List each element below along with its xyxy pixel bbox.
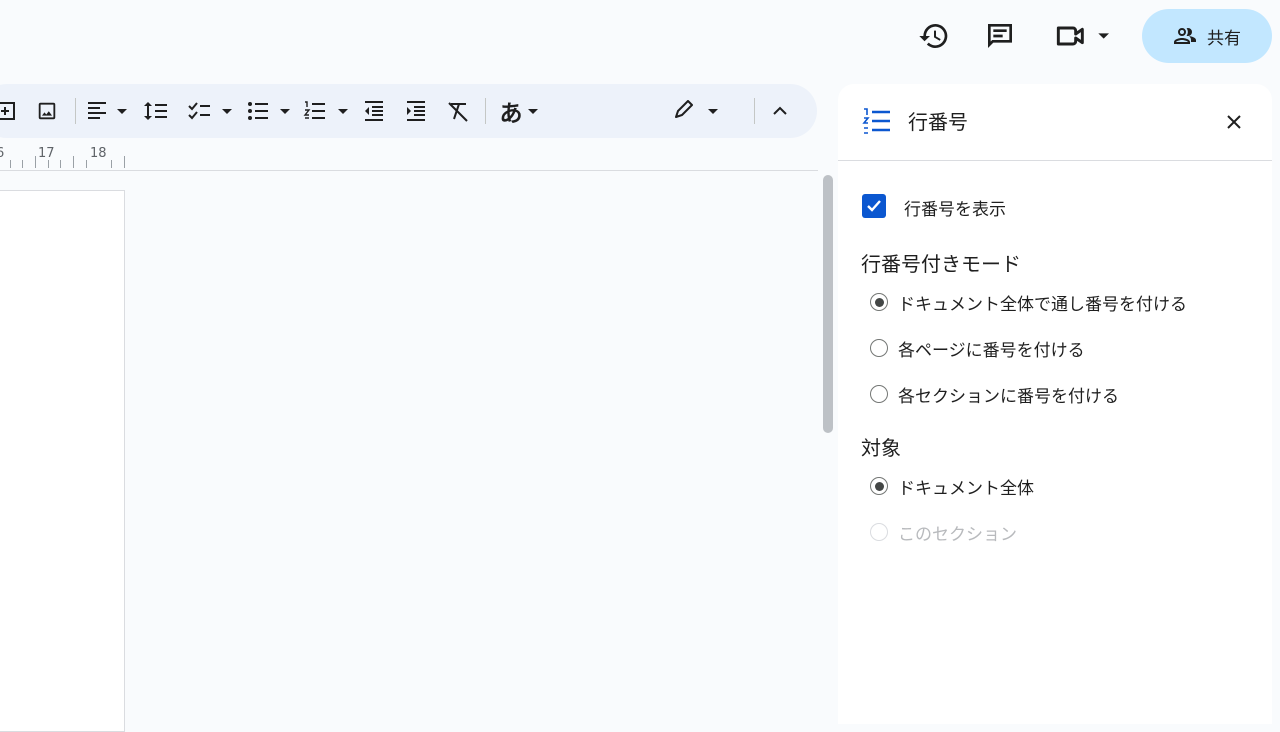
history-icon[interactable] [914,16,954,56]
meet-button[interactable] [1052,16,1118,56]
insert-icon[interactable] [0,96,20,126]
radio-button[interactable] [870,293,888,311]
ruler-tick [124,156,125,168]
ruler-tick [48,160,49,168]
bulleted-list-icon[interactable] [246,96,294,126]
collapse-menu-icon[interactable] [768,96,792,126]
radio-label: 各セクションに番号を付ける [898,386,1119,407]
panel-title: 行番号 [908,110,968,134]
target-section-title: 対象 [861,436,901,460]
ruler-tick [22,160,23,168]
numbered-list-icon [862,106,892,136]
comment-icon[interactable] [980,16,1020,56]
mode-section-title: 行番号付きモード [861,252,1021,276]
numbered-list-icon[interactable] [303,96,351,126]
ruler-tick [60,160,61,168]
panel-header [838,84,1272,161]
input-tool-label: あ [499,101,523,127]
horizontal-ruler [0,142,818,171]
line-spacing-icon[interactable] [143,96,169,126]
show-line-numbers-checkbox[interactable] [862,194,886,218]
ruler-tick [10,160,11,168]
radio-button[interactable] [870,339,888,357]
mode-option-whole-document[interactable]: ドキュメント全体で通し番号を付ける [870,290,1187,315]
share-button[interactable]: 共有 [1142,9,1272,63]
toolbar-divider [754,98,755,124]
target-option-whole-document[interactable]: ドキュメント全体 [870,474,1034,499]
chevron-down-icon [1098,33,1109,39]
ruler-tick [111,160,112,168]
mode-option-each-page[interactable]: 各ページに番号を付ける [870,336,1085,361]
radio-button[interactable] [870,477,888,495]
close-icon [1227,115,1241,129]
mode-option-each-section[interactable]: 各セクションに番号を付ける [870,382,1119,407]
ruler-tick [35,156,36,168]
radio-label: 各ページに番号を付ける [898,340,1085,361]
people-icon [1174,28,1196,44]
align-left-icon[interactable] [86,96,130,126]
vertical-scrollbar[interactable] [823,175,833,433]
toolbar-divider [75,98,76,124]
video-camera-icon [1056,26,1084,46]
radio-label: このセクション [898,524,1017,545]
input-tools-button[interactable]: あ [496,96,546,127]
image-icon[interactable] [34,96,60,126]
ruler-tick [73,156,74,168]
ruler-label: 17 [38,146,55,161]
radio-label: ドキュメント全体で通し番号を付ける [898,294,1187,315]
increase-indent-icon[interactable] [404,96,428,126]
ruler-label: 18 [90,146,107,161]
editing-mode-icon[interactable] [672,96,722,126]
clear-formatting-icon[interactable] [446,96,470,126]
radio-button [870,523,888,541]
radio-button[interactable] [870,385,888,403]
checkmark-icon [867,200,881,212]
ruler-tick [86,160,87,168]
toolbar-divider [485,98,486,124]
ruler-label: 6 [0,146,5,161]
chevron-down-icon [527,109,538,114]
decrease-indent-icon[interactable] [362,96,386,126]
checklist-icon[interactable] [187,96,235,126]
share-label: 共有 [1207,28,1241,49]
show-line-numbers-label: 行番号を表示 [904,200,1006,220]
radio-label: ドキュメント全体 [898,478,1034,499]
target-option-this-section: このセクション [870,520,1017,545]
close-button[interactable] [1220,108,1248,136]
document-page[interactable] [0,190,125,732]
